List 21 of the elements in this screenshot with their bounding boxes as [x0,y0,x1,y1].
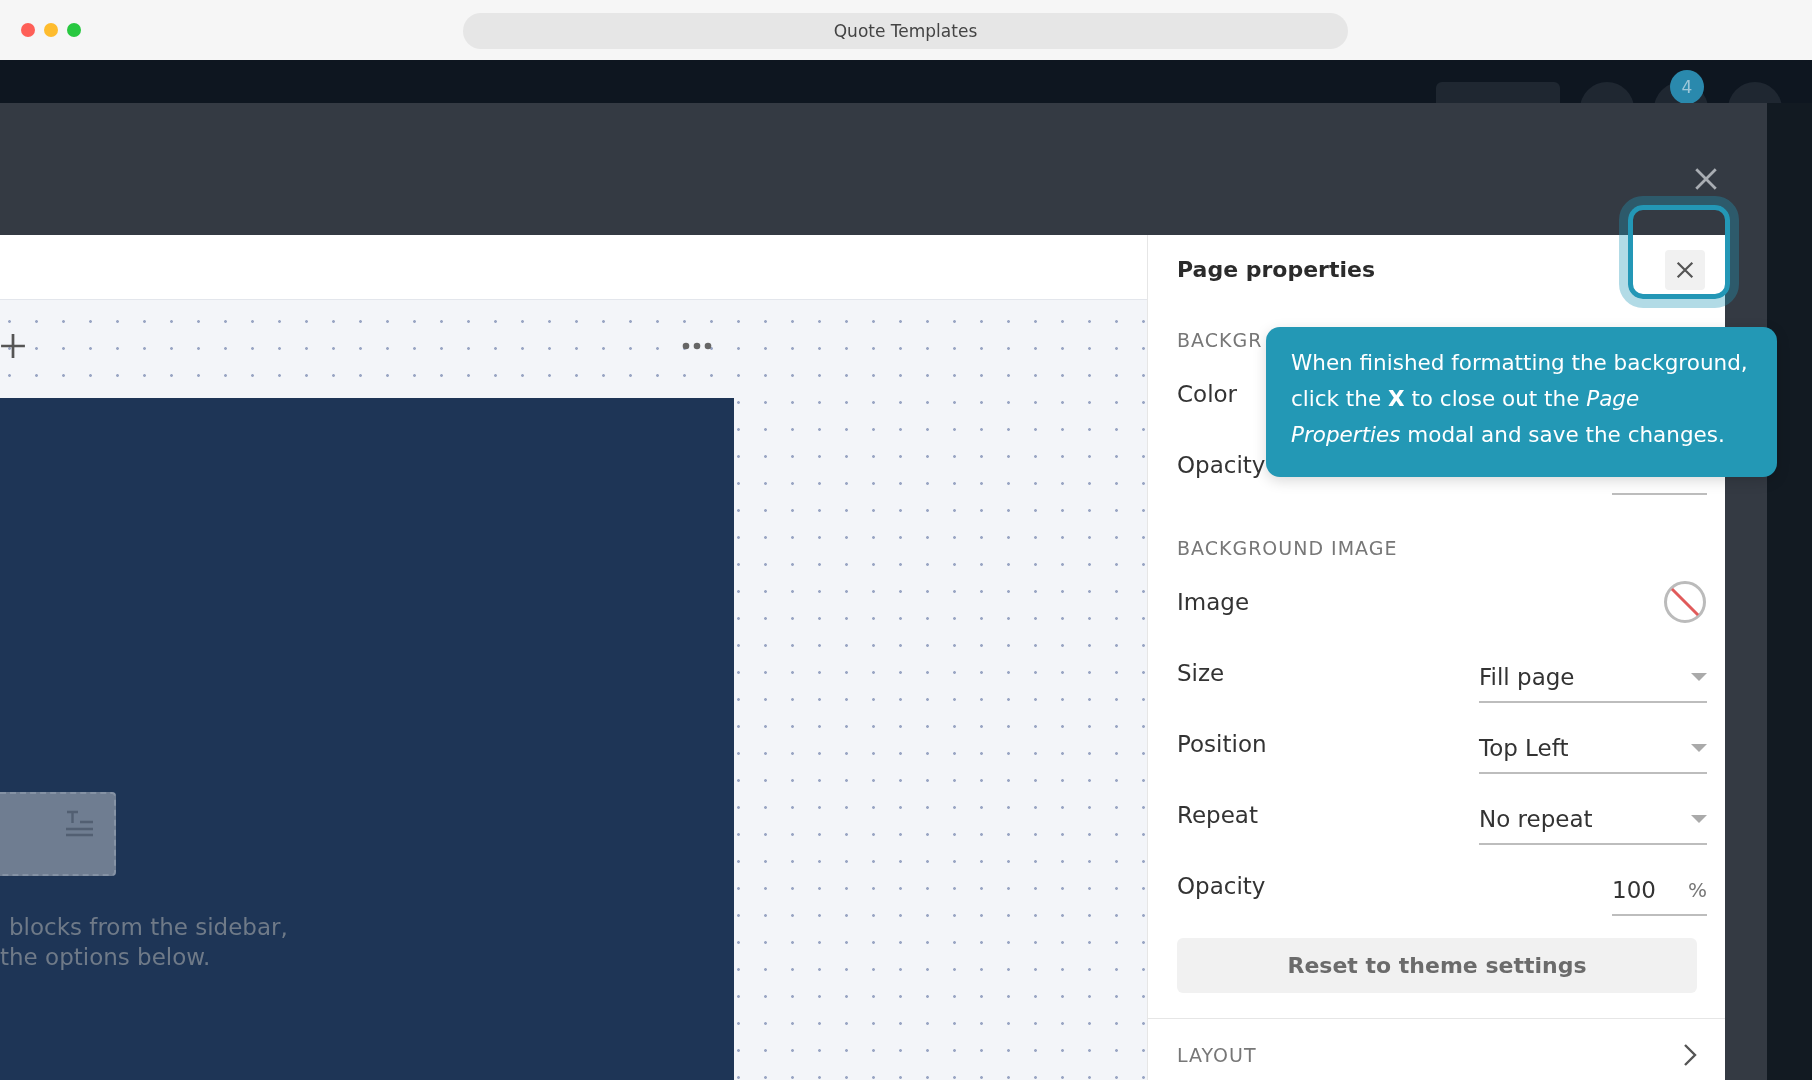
dropdown[interactable]: Top Left [1479,724,1707,774]
dropdown[interactable]: No repeat [1479,795,1707,845]
field-label: Repeat [1177,802,1258,828]
field-label: Color [1177,381,1238,407]
section-heading: BACKGR [1176,327,1264,353]
dropdown[interactable]: Fill page [1479,653,1707,703]
section-heading[interactable]: LAYOUT [1177,1044,1257,1067]
field-label: Opacity [1177,873,1266,899]
field-label: Position [1177,731,1267,757]
field-label: Opacity [1177,452,1266,478]
section-heading: BACKGROUND IMAGE [1176,535,1399,561]
reset-button[interactable]: Reset to theme settings [1177,937,1697,993]
window-title: Quote Templates [463,13,1348,49]
hint-text: blocks from the sidebar, [8,913,288,942]
hint-text: the options below. [0,943,211,972]
field-label: Image [1177,589,1250,615]
field-label: Size [1177,660,1225,686]
panel-title: Page properties [1177,257,1375,283]
tooltip: When finished formatting the background, click the X to close out the Page Properties modal and save the changes. [1266,327,1777,477]
number-field[interactable]: 100 % [1612,866,1707,916]
notification-badge: 4 [1670,70,1704,103]
